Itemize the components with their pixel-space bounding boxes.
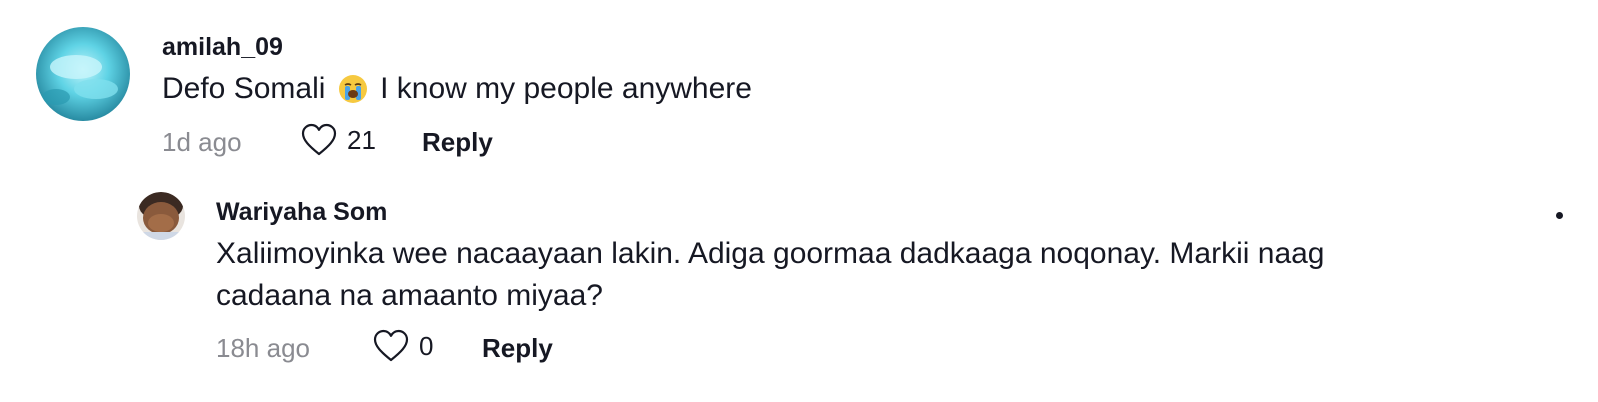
comment-time: 18h ago xyxy=(216,333,310,363)
avatar[interactable] xyxy=(137,192,185,240)
like-count: 21 xyxy=(347,124,376,155)
comment-text-part: I know my people anywhere xyxy=(380,72,752,105)
loudly-crying-face-icon xyxy=(338,74,368,116)
like-button[interactable]: 0 xyxy=(373,329,433,363)
comment-username[interactable]: Wariyaha Som xyxy=(216,198,387,227)
comment-username[interactable]: amilah_09 xyxy=(162,33,283,62)
reply-button[interactable]: Reply xyxy=(482,333,553,364)
comment-text: Defo Somali I know my people anywhere xyxy=(162,68,752,116)
heart-icon xyxy=(301,123,337,156)
comment-text-part: Defo Somali xyxy=(162,72,326,105)
reply-button[interactable]: Reply xyxy=(422,127,493,158)
comment-time: 1d ago xyxy=(162,127,242,157)
scroll-indicator-dot xyxy=(1556,212,1563,219)
heart-icon xyxy=(373,329,409,362)
like-button[interactable]: 21 xyxy=(301,123,376,157)
avatar[interactable] xyxy=(36,27,130,121)
like-count: 0 xyxy=(419,330,434,361)
comment-text: Xaliimoyinka wee nacaayaan lakin. Adiga … xyxy=(216,237,1325,312)
